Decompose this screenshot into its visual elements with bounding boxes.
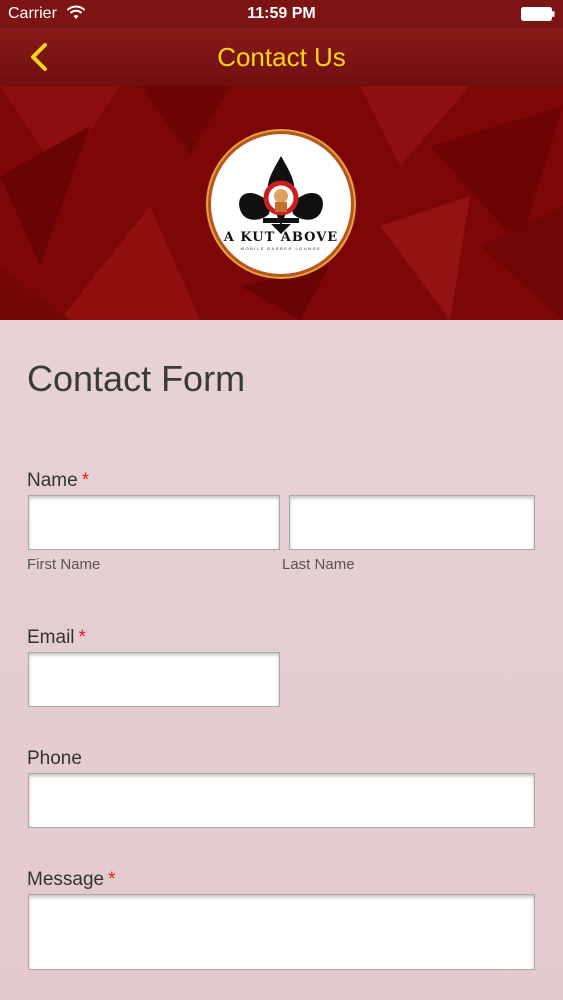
name-label-text: Name	[27, 470, 78, 491]
message-label: Message *	[27, 869, 116, 891]
contact-form: Contact Form Name * First Name Last Name …	[0, 320, 563, 1000]
brand-logo: A KUT ABOVE MOBILE BARBER LOUNGE	[211, 134, 351, 274]
first-name-input[interactable]	[28, 495, 280, 550]
status-bar: Carrier 11:59 PM	[0, 0, 563, 28]
logo-wordmark: A KUT ABOVE	[223, 230, 339, 245]
last-name-input[interactable]	[289, 495, 535, 550]
page-title: Contact Us	[217, 42, 346, 72]
phone-input[interactable]	[28, 773, 535, 828]
last-name-sublabel: Last Name	[282, 556, 355, 573]
required-asterisk: *	[108, 869, 116, 890]
logo-tagline: MOBILE BARBER LOUNGE	[240, 246, 322, 251]
email-label-text: Email	[27, 627, 75, 648]
message-textarea[interactable]	[28, 894, 535, 970]
message-label-text: Message	[27, 869, 105, 890]
navigation-bar: Contact Us	[0, 28, 563, 86]
name-label: Name *	[27, 470, 89, 492]
email-input[interactable]	[28, 652, 280, 707]
phone-label: Phone	[27, 748, 82, 769]
first-name-sublabel: First Name	[27, 556, 101, 573]
battery-icon	[521, 7, 555, 21]
form-title: Contact Form	[27, 358, 246, 399]
required-asterisk: *	[78, 627, 86, 648]
clock: 11:59 PM	[247, 5, 316, 22]
required-asterisk: *	[81, 470, 90, 491]
fleur-de-lis-icon	[239, 156, 323, 234]
email-label: Email *	[27, 627, 86, 649]
